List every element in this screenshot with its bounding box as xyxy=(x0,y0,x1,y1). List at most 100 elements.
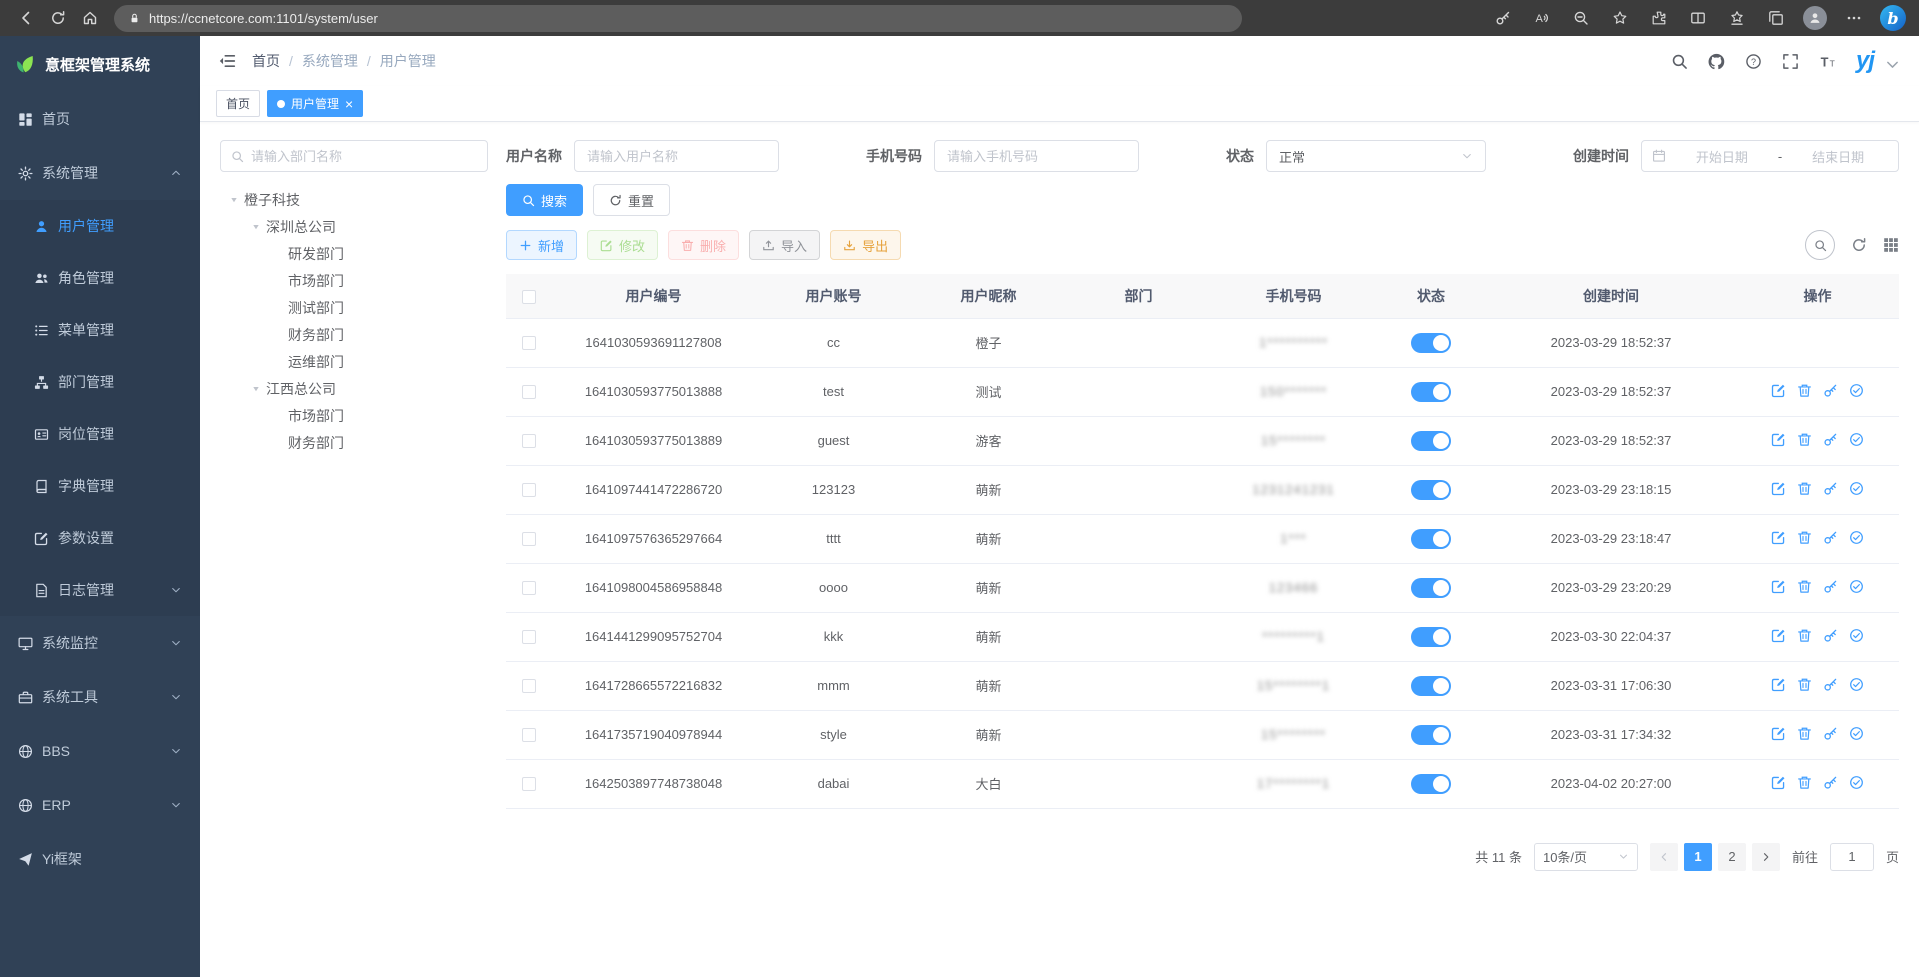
row-checkbox[interactable] xyxy=(522,336,536,350)
row-checkbox[interactable] xyxy=(522,581,536,595)
tree-node[interactable]: 财务部门 xyxy=(220,429,488,456)
refresh-table-icon[interactable] xyxy=(1851,237,1867,253)
reset-password-icon[interactable] xyxy=(1823,726,1838,741)
delete-icon[interactable] xyxy=(1797,726,1812,741)
edit-button[interactable]: 修改 xyxy=(587,230,658,260)
username-input[interactable] xyxy=(574,140,779,172)
sidebar-item-erp[interactable]: ERP xyxy=(0,778,200,832)
status-toggle[interactable] xyxy=(1411,725,1451,745)
row-checkbox[interactable] xyxy=(522,777,536,791)
assign-role-icon[interactable] xyxy=(1849,530,1864,545)
reset-password-icon[interactable] xyxy=(1823,530,1838,545)
sidebar-item-system[interactable]: 系统管理 xyxy=(0,146,200,200)
sidebar-item-home[interactable]: 首页 xyxy=(0,92,200,146)
status-select[interactable]: 正常 xyxy=(1266,140,1486,172)
sidebar-item-yi[interactable]: Yi框架 xyxy=(0,832,200,886)
sidebar-item-log[interactable]: 日志管理 xyxy=(0,564,200,616)
sidebar-item-user[interactable]: 用户管理 xyxy=(0,200,200,252)
sidebar-item-config[interactable]: 参数设置 xyxy=(0,512,200,564)
favorites-bar-icon[interactable] xyxy=(1721,3,1753,33)
tree-node[interactable]: 市场部门 xyxy=(220,267,488,294)
search-button[interactable]: 搜索 xyxy=(506,184,583,216)
bing-icon[interactable]: b xyxy=(1877,3,1909,33)
assign-role-icon[interactable] xyxy=(1849,481,1864,496)
delete-icon[interactable] xyxy=(1797,432,1812,447)
collections-icon[interactable] xyxy=(1760,3,1792,33)
assign-role-icon[interactable] xyxy=(1849,579,1864,594)
sidebar-item-bbs[interactable]: BBS xyxy=(0,724,200,778)
status-toggle[interactable] xyxy=(1411,676,1451,696)
page-number-button[interactable]: 2 xyxy=(1718,843,1746,871)
delete-icon[interactable] xyxy=(1797,775,1812,790)
delete-icon[interactable] xyxy=(1797,383,1812,398)
select-all-checkbox[interactable] xyxy=(522,290,536,304)
row-checkbox[interactable] xyxy=(522,483,536,497)
user-avatar-logo[interactable]: yj xyxy=(1856,49,1874,73)
delete-icon[interactable] xyxy=(1797,628,1812,643)
delete-icon[interactable] xyxy=(1797,530,1812,545)
page-number-button[interactable]: 1 xyxy=(1684,843,1712,871)
search-icon[interactable] xyxy=(1671,53,1688,70)
favorites-add-icon[interactable] xyxy=(1604,3,1636,33)
home-icon[interactable] xyxy=(74,3,106,33)
zoom-icon[interactable] xyxy=(1565,3,1597,33)
tree-expander-icon[interactable] xyxy=(224,194,244,206)
sidebar-item-dict[interactable]: 字典管理 xyxy=(0,460,200,512)
breadcrumb-item-user[interactable]: 用户管理 xyxy=(380,51,436,71)
tree-node[interactable]: 深圳总公司 xyxy=(220,213,488,240)
delete-button[interactable]: 删除 xyxy=(668,230,739,260)
reset-password-icon[interactable] xyxy=(1823,775,1838,790)
refresh-icon[interactable] xyxy=(42,3,74,33)
address-bar[interactable]: https://ccnetcore.com:1101/system/user xyxy=(114,5,1242,32)
edit-icon[interactable] xyxy=(1771,530,1786,545)
sidebar-item-menu[interactable]: 菜单管理 xyxy=(0,304,200,356)
chevron-down-icon[interactable] xyxy=(1884,56,1901,73)
prev-page-button[interactable] xyxy=(1650,843,1678,871)
row-checkbox[interactable] xyxy=(522,728,536,742)
fullscreen-icon[interactable] xyxy=(1782,53,1799,70)
sidebar-item-tools[interactable]: 系统工具 xyxy=(0,670,200,724)
edit-icon[interactable] xyxy=(1771,383,1786,398)
row-checkbox[interactable] xyxy=(522,434,536,448)
edit-icon[interactable] xyxy=(1771,775,1786,790)
delete-icon[interactable] xyxy=(1797,481,1812,496)
export-button[interactable]: 导出 xyxy=(830,230,901,260)
status-toggle[interactable] xyxy=(1411,480,1451,500)
column-settings-icon[interactable] xyxy=(1883,237,1899,253)
tree-node[interactable]: 橙子科技 xyxy=(220,186,488,213)
font-size-icon[interactable]: TT xyxy=(1819,53,1836,70)
page-size-select[interactable]: 10条/页 xyxy=(1534,843,1638,871)
row-checkbox[interactable] xyxy=(522,679,536,693)
breadcrumb-item-home[interactable]: 首页 xyxy=(252,51,280,71)
edit-icon[interactable] xyxy=(1771,481,1786,496)
assign-role-icon[interactable] xyxy=(1849,677,1864,692)
status-toggle[interactable] xyxy=(1411,333,1451,353)
split-screen-icon[interactable] xyxy=(1682,3,1714,33)
delete-icon[interactable] xyxy=(1797,579,1812,594)
row-checkbox[interactable] xyxy=(522,385,536,399)
reset-password-icon[interactable] xyxy=(1823,432,1838,447)
password-key-icon[interactable] xyxy=(1487,3,1519,33)
assign-role-icon[interactable] xyxy=(1849,432,1864,447)
tree-node[interactable]: 市场部门 xyxy=(220,402,488,429)
assign-role-icon[interactable] xyxy=(1849,775,1864,790)
tab-user-management[interactable]: 用户管理 × xyxy=(267,90,363,117)
add-button[interactable]: 新增 xyxy=(506,230,577,260)
edit-icon[interactable] xyxy=(1771,677,1786,692)
tree-expander-icon[interactable] xyxy=(246,221,266,233)
assign-role-icon[interactable] xyxy=(1849,383,1864,398)
phone-input[interactable] xyxy=(934,140,1139,172)
row-checkbox[interactable] xyxy=(522,630,536,644)
breadcrumb-item-system[interactable]: 系统管理 xyxy=(302,51,358,71)
read-aloud-icon[interactable]: A xyxy=(1526,3,1558,33)
reset-password-icon[interactable] xyxy=(1823,628,1838,643)
tree-node[interactable]: 测试部门 xyxy=(220,294,488,321)
close-icon[interactable]: × xyxy=(345,97,353,111)
assign-role-icon[interactable] xyxy=(1849,726,1864,741)
reset-password-icon[interactable] xyxy=(1823,579,1838,594)
reset-password-icon[interactable] xyxy=(1823,383,1838,398)
reset-password-icon[interactable] xyxy=(1823,481,1838,496)
assign-role-icon[interactable] xyxy=(1849,628,1864,643)
tab-home[interactable]: 首页 xyxy=(216,90,260,117)
back-icon[interactable] xyxy=(10,3,42,33)
